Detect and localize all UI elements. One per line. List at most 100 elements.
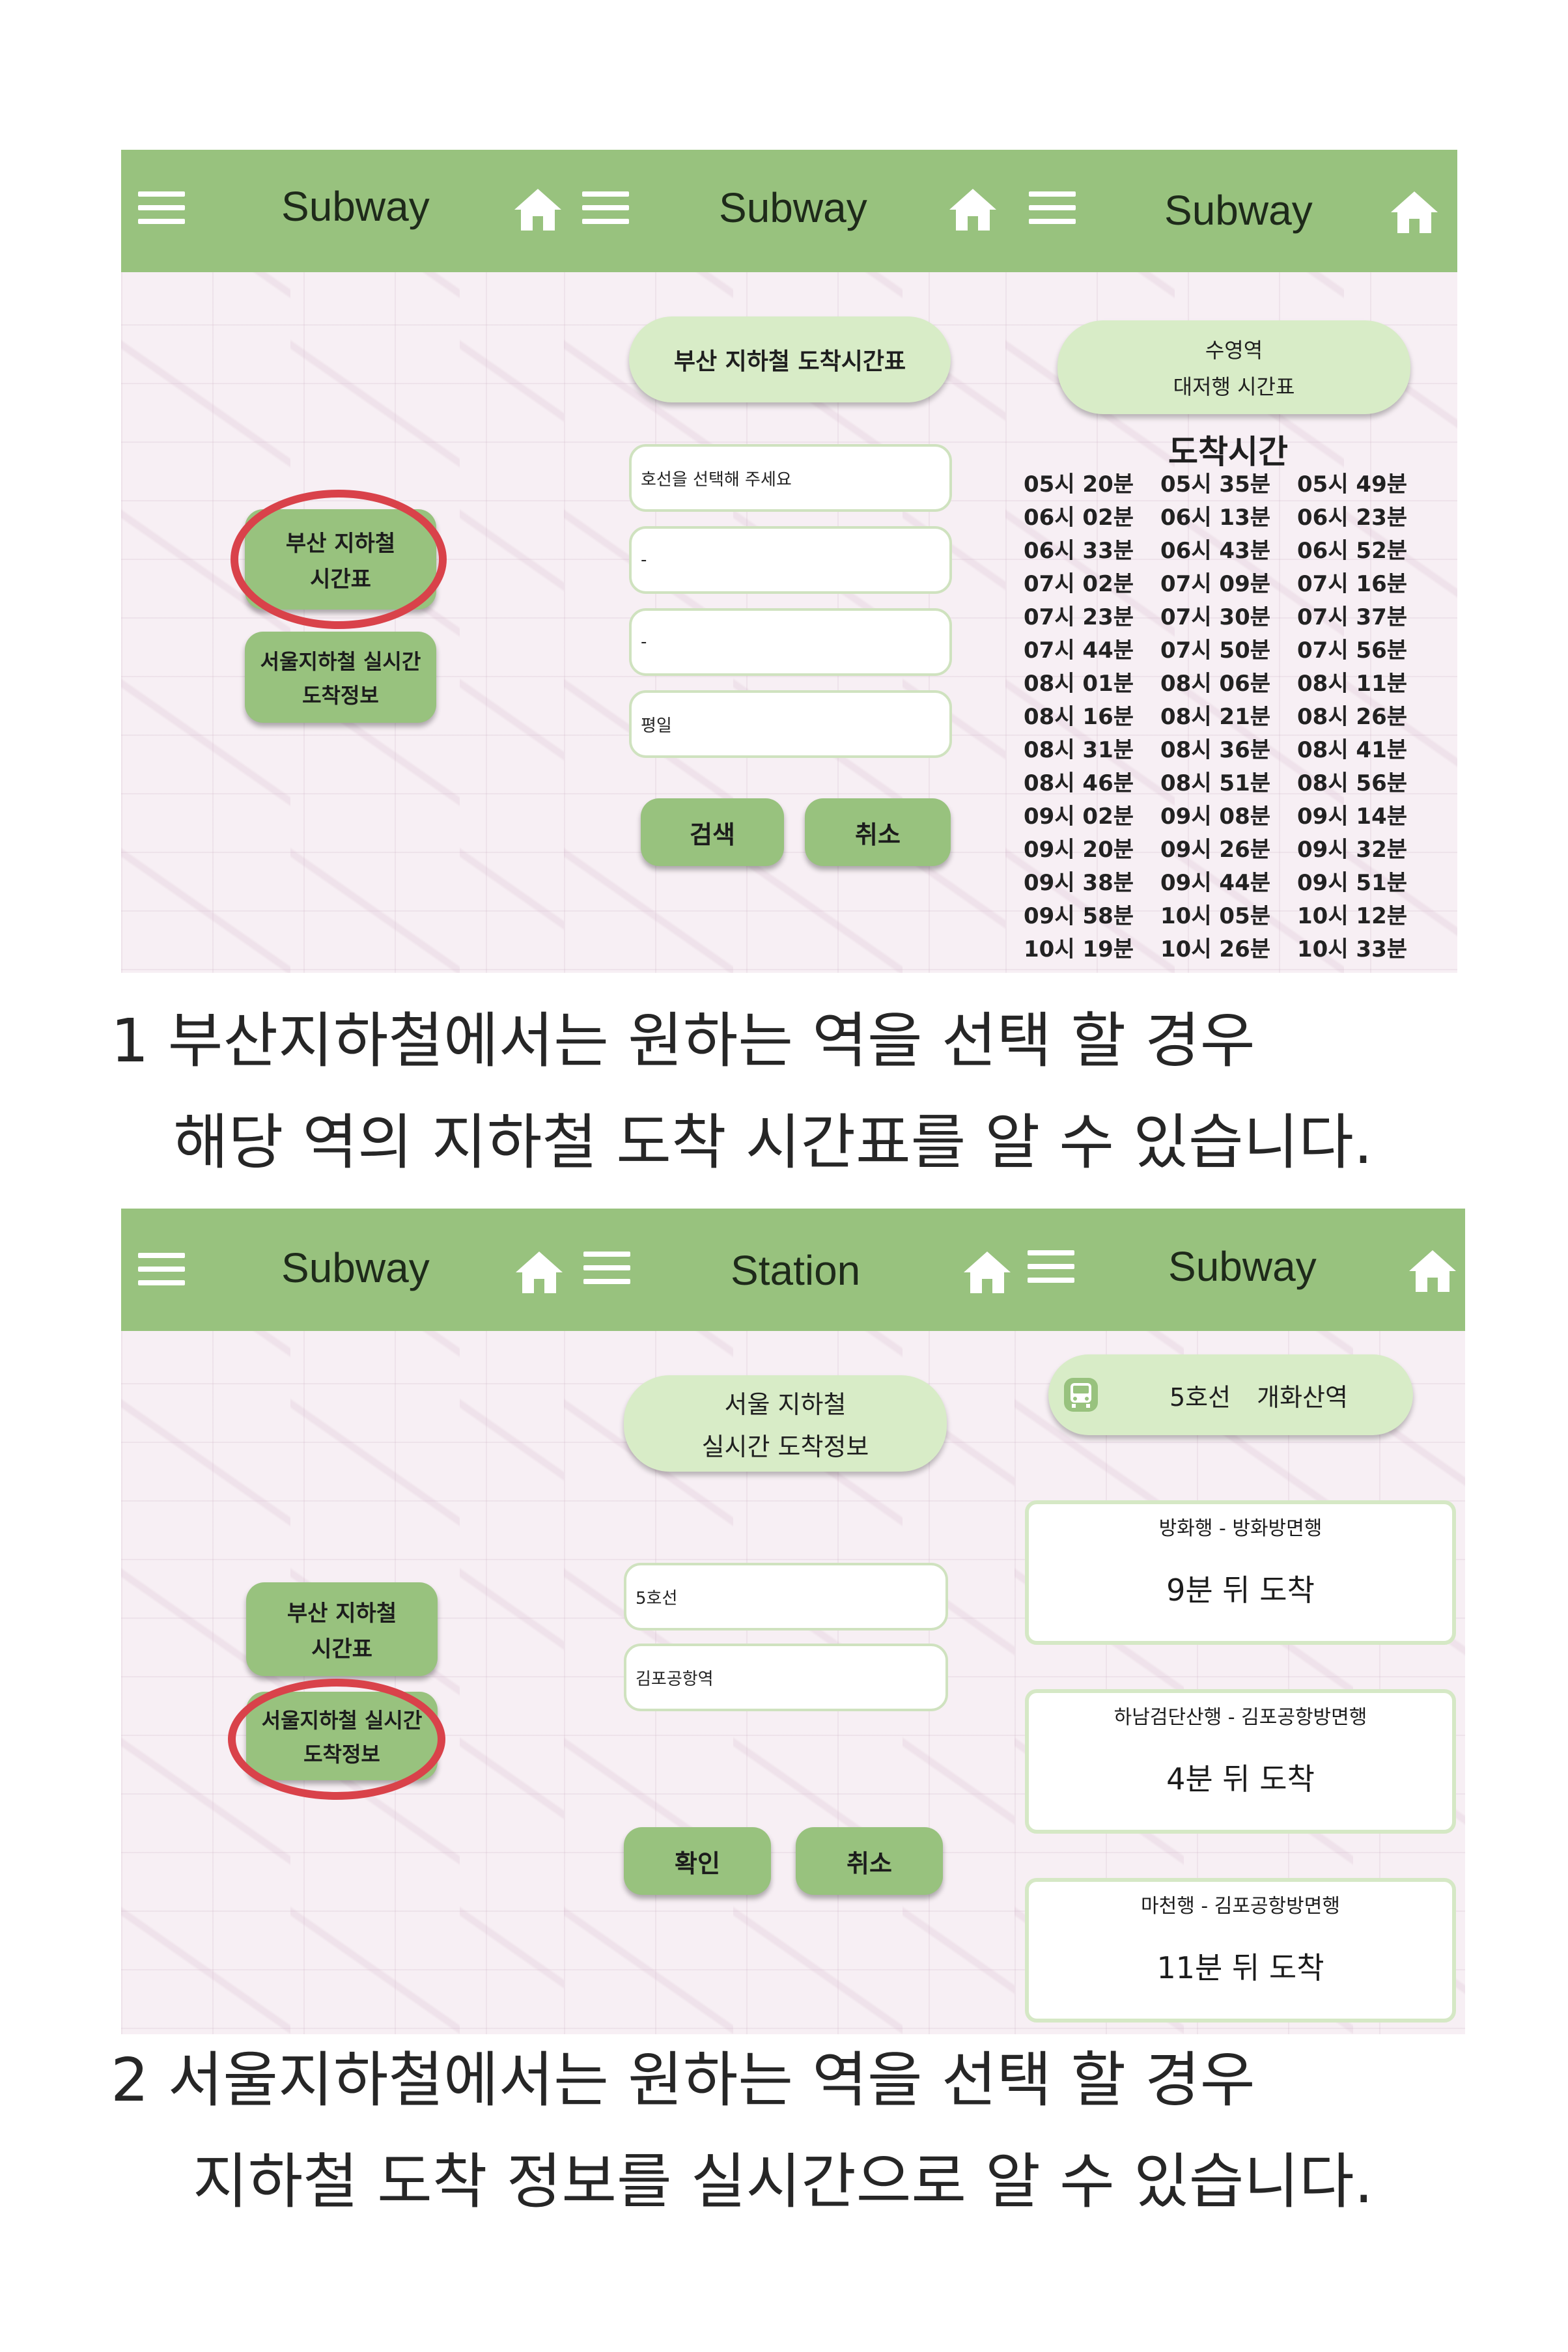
station-select[interactable]: - xyxy=(629,526,952,594)
direction-select[interactable]: - xyxy=(629,608,952,676)
arrival-time: 4분 뒤 도착 xyxy=(1166,1761,1315,1797)
arrival-time-cell: 10시 19분 xyxy=(1024,936,1134,962)
arrival-time-cell: 07시 37분 xyxy=(1297,604,1408,630)
arrival-time-cell: 09시 02분 xyxy=(1024,804,1134,830)
highlight-circle xyxy=(231,490,447,629)
menu-icon[interactable] xyxy=(583,1252,630,1284)
arrival-time-cell: 09시 32분 xyxy=(1297,837,1408,863)
arrival-time-cell: 06시 43분 xyxy=(1160,538,1271,564)
arrival-time-cell: 07시 44분 xyxy=(1024,637,1134,664)
cancel-button[interactable]: 취소 xyxy=(796,1827,943,1895)
app-title: Subway xyxy=(1168,1243,1317,1290)
line-station-header: 5호선 개화산역 xyxy=(1048,1354,1413,1435)
arrival-direction: 방화행 - 방화방면행 xyxy=(1158,1517,1323,1540)
button-label-line1: 서울지하철 실시간 xyxy=(260,649,421,674)
arrival-time-cell: 08시 06분 xyxy=(1160,671,1271,697)
menu-icon[interactable] xyxy=(1028,1250,1074,1283)
arrival-time-cell: 08시 41분 xyxy=(1297,737,1408,763)
arrival-time-cell: 09시 20분 xyxy=(1024,837,1134,863)
arrival-time-cell: 08시 01분 xyxy=(1024,671,1134,697)
line-input-value: 5호선 xyxy=(636,1588,678,1608)
home-icon[interactable] xyxy=(948,186,998,233)
home-icon[interactable] xyxy=(962,1249,1012,1296)
arrival-time-cell: 09시 26분 xyxy=(1160,837,1271,863)
arrival-time-cell: 09시 44분 xyxy=(1160,870,1271,896)
arrival-time-cell: 07시 09분 xyxy=(1160,571,1271,597)
arrival-time-cell: 07시 02분 xyxy=(1024,571,1134,597)
arrival-time-cell: 08시 26분 xyxy=(1297,704,1408,730)
arrival-time-cell: 07시 30분 xyxy=(1160,604,1271,630)
button-label-line2: 도착정보 xyxy=(302,683,379,708)
station-label: 개화산역 xyxy=(1257,1382,1348,1412)
arrival-time-cell: 09시 14분 xyxy=(1297,804,1408,830)
arrival-time-cell: 07시 56분 xyxy=(1297,637,1408,664)
line-select[interactable]: 호선을 선택해 주세요 xyxy=(629,444,952,512)
direction-label: 대저행 시간표 xyxy=(1173,374,1295,399)
arrival-time-cell: 08시 46분 xyxy=(1024,770,1134,796)
station-name: 수영역 xyxy=(1205,338,1263,363)
caption-2-line2: 지하철 도착 정보를 실시간으로 알 수 있습니다. xyxy=(193,2147,1373,2217)
caption-1-line2: 해당 역의 지하철 도착 시간표를 알 수 있습니다. xyxy=(173,1108,1373,1177)
menu-icon[interactable] xyxy=(138,191,185,224)
button-label-line1: 부산 지하철 xyxy=(287,1601,397,1627)
arrival-time-cell: 05시 35분 xyxy=(1160,471,1271,497)
caption-2-line1: 2 서울지하철에서는 원하는 역을 선택 할 경우 xyxy=(111,2045,1255,2115)
arrival-time-cell: 10시 26분 xyxy=(1160,936,1271,962)
search-button[interactable]: 검색 xyxy=(641,798,784,866)
arrival-time-cell: 06시 23분 xyxy=(1297,505,1408,531)
arrival-time-cell: 05시 49분 xyxy=(1297,471,1408,497)
caption-1-line1: 1 부산지하철에서는 원하는 역을 선택 할 경우 xyxy=(111,1006,1255,1076)
s1-screen-main: Subway 부산 지하철 시간표 서울지하철 실시간 도착정보 xyxy=(121,150,564,973)
line-input[interactable]: 5호선 xyxy=(624,1563,948,1631)
home-icon[interactable] xyxy=(1390,189,1439,236)
arrival-direction: 하남검단산행 - 김포공항방면행 xyxy=(1113,1706,1367,1729)
arrival-time-cell: 08시 21분 xyxy=(1160,704,1271,730)
app-title: Station xyxy=(731,1247,861,1294)
app-bar: Subway xyxy=(1015,1209,1465,1331)
button-label-line2: 시간표 xyxy=(311,1636,372,1662)
app-bar: Subway xyxy=(1005,150,1457,272)
s2-screen-main: Subway 부산 지하철 시간표 서울지하철 실시간 도착정보 xyxy=(121,1209,564,2034)
seoul-realtime-title: 서울 지하철 실시간 도착정보 xyxy=(624,1375,947,1472)
arrival-time-cell: 09시 58분 xyxy=(1024,903,1134,929)
app-title: Subway xyxy=(1164,187,1313,234)
day-type-select-value: 평일 xyxy=(641,716,672,736)
arrival-time-cell: 09시 51분 xyxy=(1297,870,1408,896)
busan-timetable-button[interactable]: 부산 지하철 시간표 xyxy=(246,1582,438,1676)
arrival-time-cell: 07시 23분 xyxy=(1024,604,1134,630)
arrival-card: 마천행 - 김포공항방면행 11분 뒤 도착 xyxy=(1025,1878,1456,2023)
s2-screen-seoul-search: Station 서울 지하철 실시간 도착정보 5호선 김포공항역 확인 취소 xyxy=(564,1209,1015,2034)
arrival-time-cell: 07시 16분 xyxy=(1297,571,1408,597)
arrival-time-heading: 도착시간 xyxy=(1168,433,1288,471)
menu-icon[interactable] xyxy=(138,1253,185,1285)
pill-line2: 실시간 도착정보 xyxy=(701,1433,869,1461)
cancel-button[interactable]: 취소 xyxy=(805,798,951,866)
s1-screen-busan-search: Subway 부산 지하철 도착시간표 호선을 선택해 주세요 - - 평일 검… xyxy=(564,150,1005,973)
app-bar: Station xyxy=(564,1209,1015,1331)
home-icon[interactable] xyxy=(514,1249,564,1296)
home-icon[interactable] xyxy=(1408,1248,1457,1295)
menu-icon[interactable] xyxy=(582,191,629,224)
pill-label: 부산 지하철 도착시간표 xyxy=(673,348,906,375)
seoul-realtime-button[interactable]: 서울지하철 실시간 도착정보 xyxy=(245,632,436,723)
app-bar: Subway xyxy=(564,150,1005,272)
app-title: Subway xyxy=(719,184,867,231)
app-bar: Subway xyxy=(121,150,564,272)
station-input[interactable]: 김포공항역 xyxy=(624,1644,948,1711)
app-bar: Subway xyxy=(121,1209,564,1331)
timetable-grid: 05시 20분 05시 35분 05시 49분 06시 02분 06시 13분 06시 2… xyxy=(1024,471,1434,963)
busan-timetable-title: 부산 지하철 도착시간표 xyxy=(629,316,951,402)
home-icon[interactable] xyxy=(513,186,563,233)
arrival-time-cell: 06시 33분 xyxy=(1024,538,1134,564)
arrival-time-cell: 09시 38분 xyxy=(1024,870,1134,896)
line-label: 5호선 xyxy=(1169,1382,1231,1412)
day-type-select[interactable]: 평일 xyxy=(629,690,952,758)
station-header: 수영역 대저행 시간표 xyxy=(1057,320,1410,414)
arrival-direction: 마천행 - 김포공항방면행 xyxy=(1141,1895,1340,1918)
confirm-button[interactable]: 확인 xyxy=(624,1827,771,1895)
menu-icon[interactable] xyxy=(1029,191,1076,224)
arrival-time-cell: 08시 16분 xyxy=(1024,704,1134,730)
arrival-time-cell: 09시 08분 xyxy=(1160,804,1271,830)
highlight-circle xyxy=(228,1679,445,1800)
station-select-value: - xyxy=(641,550,647,570)
